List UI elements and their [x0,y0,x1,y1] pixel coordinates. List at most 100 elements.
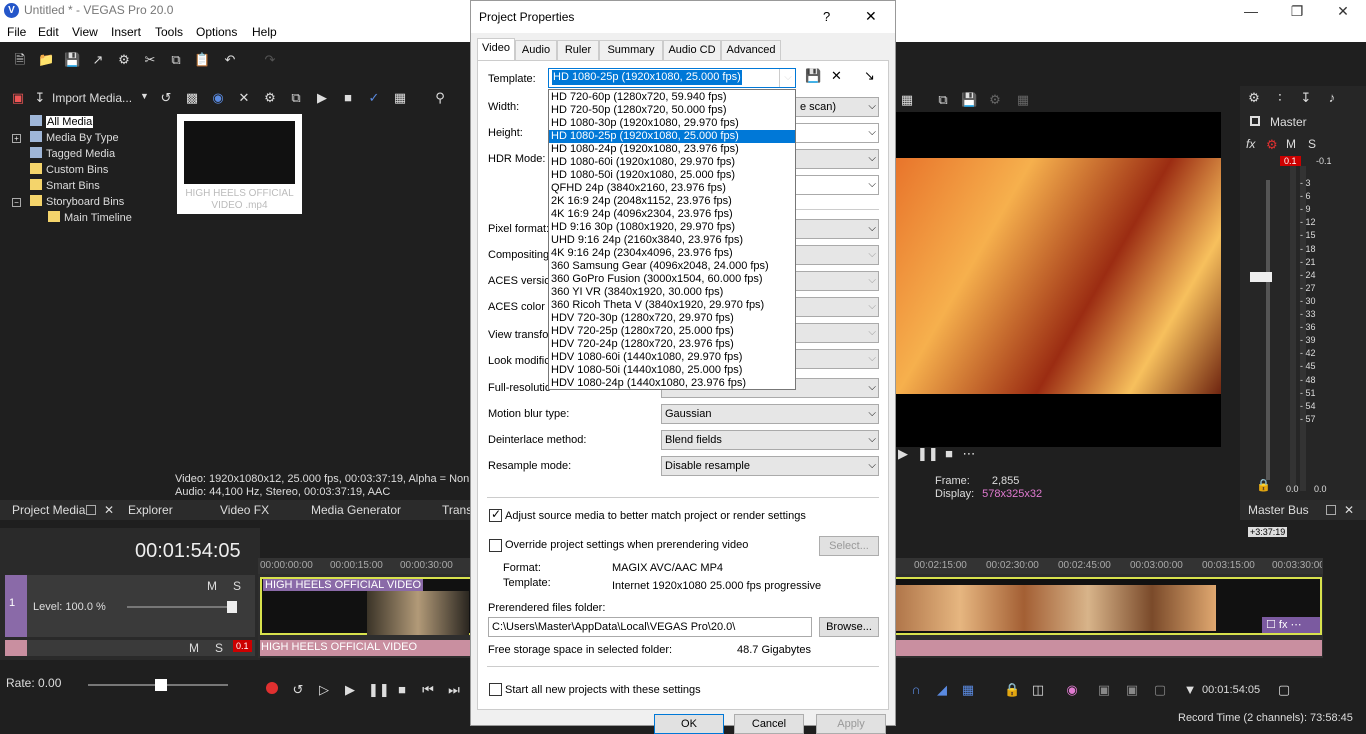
browse-button[interactable]: Browse... [819,617,879,637]
stop-icon[interactable]: ■ [394,682,410,698]
template-option[interactable]: 2K 16:9 24p (2048x1152, 23.976 fps) [549,195,795,208]
master-checkbox[interactable] [1250,116,1260,126]
region-icon[interactable]: ▢ [1276,682,1292,698]
tab-advanced[interactable]: Advanced [721,40,781,60]
media-fx-icon[interactable]: ◉ [210,90,226,106]
tab-ruler[interactable]: Ruler [557,40,599,60]
tree-item-all-media[interactable]: All Media [30,114,94,130]
undock-icon[interactable] [1326,505,1336,515]
template-option[interactable]: 4K 9:16 24p (2304x4096, 23.976 fps) [549,247,795,260]
fx-icon[interactable]: ∶ [1272,90,1288,106]
group-icon[interactable]: ▣ [1096,682,1112,698]
master-settings-icon[interactable]: ⚙ [1246,90,1262,106]
import-media-button[interactable]: Import Media... [52,91,132,105]
marker-icon[interactable]: ▼ [1182,682,1198,698]
ok-button[interactable]: OK [654,714,724,734]
go-to-start-icon[interactable]: ⏮ [420,682,436,698]
audio-mute-button[interactable]: M [189,641,199,655]
close-tab-icon[interactable]: ✕ [104,503,114,517]
new-file-icon[interactable]: 🗎 [12,52,28,68]
auto-ripple-icon[interactable]: ◢ [934,682,950,698]
save-snapshot-icon[interactable]: 💾 [961,92,977,108]
template-option[interactable]: HD 720-60p (1280x720, 59.940 fps) [549,91,795,104]
close-icon[interactable]: ✕ [1320,0,1366,22]
tree-item-smart-bins[interactable]: Smart Bins [30,178,100,194]
tab-media-generator[interactable]: Media Generator [311,503,401,517]
go-to-end-icon[interactable]: ⏭ [446,682,462,698]
menu-tools[interactable]: Tools [155,25,183,39]
close-tab-icon[interactable]: ✕ [1344,503,1354,517]
tab-video[interactable]: Video [477,38,515,60]
template-option[interactable]: HDV 720-30p (1280x720, 29.970 fps) [549,312,795,325]
snapping-icon[interactable]: ∩ [908,682,924,698]
tab-audio[interactable]: Audio [515,40,557,60]
preview-settings-icon[interactable]: ⚙ [987,92,1003,108]
downmix-icon[interactable]: ↧ [1298,90,1314,106]
copy-snapshot-icon[interactable]: ⧉ [935,92,951,108]
template-option[interactable]: HD 1080-24p (1920x1080, 23.976 fps) [549,143,795,156]
master-fx-icon[interactable]: fx [1246,137,1255,151]
more-icon[interactable]: ⋯ [961,446,977,462]
help-button[interactable]: ? [823,9,830,24]
template-option[interactable]: QFHD 24p (3840x2160, 23.976 fps) [549,182,795,195]
loop-icon[interactable]: ↺ [290,682,306,698]
level-slider-thumb[interactable] [227,601,237,613]
solo-button[interactable]: S [233,579,241,593]
collapse-icon[interactable]: − [12,198,21,207]
ungroup-icon[interactable]: ▣ [1124,682,1140,698]
template-option[interactable]: HD 1080-25p (1920x1080, 25.000 fps) [549,130,795,143]
cancel-button[interactable]: Cancel [734,714,804,734]
rate-slider-thumb[interactable] [155,679,167,691]
clip-fx-buttons[interactable]: ☐ fx ⋯ [1262,617,1320,633]
match-media-icon[interactable]: ↘ [864,68,875,84]
trim-icon[interactable]: ▢ [1152,682,1168,698]
lock-icon[interactable]: 🔒 [1256,478,1271,492]
prerender-folder-input[interactable]: C:\Users\Master\AppData\Local\VEGAS Pro\… [488,617,812,637]
deinterlace-select[interactable]: Blend fields ⌵ [661,430,879,450]
tab-audio-cd[interactable]: Audio CD [663,40,721,60]
video-track-header[interactable]: M S Level: 100.0 % [27,575,255,637]
views-icon[interactable]: ▦ [392,90,408,106]
audio-solo-button[interactable]: S [215,641,223,655]
maximize-icon[interactable]: ❐ [1274,0,1320,22]
minimize-icon[interactable]: — [1228,0,1274,22]
copy-icon[interactable]: ⧉ [168,52,184,68]
menu-file[interactable]: File [7,25,26,39]
save-icon[interactable]: 💾 [64,52,80,68]
template-option[interactable]: HD 9:16 30p (1080x1920, 29.970 fps) [549,221,795,234]
master-m-button[interactable]: M [1286,137,1296,151]
color-icon[interactable]: ◉ [1064,682,1080,698]
tab-explorer[interactable]: Explorer [128,503,173,517]
edit-tool-icon[interactable]: ▦ [960,682,976,698]
tree-item-storyboard-bins[interactable]: Storyboard Bins [30,194,124,210]
lock-envelopes-icon[interactable]: 🔒 [1004,682,1020,698]
template-option[interactable]: HD 1080-50i (1920x1080, 25.000 fps) [549,169,795,182]
stop-icon[interactable]: ■ [941,446,957,462]
play-icon[interactable]: ▶ [342,682,358,698]
select-button[interactable]: Select... [819,536,879,556]
ignore-grouping-icon[interactable]: ◫ [1030,682,1046,698]
paste-icon[interactable]: 📋 [194,52,210,68]
cut-icon[interactable]: ✂ [142,52,158,68]
audio-track-header[interactable]: M S 0.1 [27,640,255,656]
master-fader-thumb[interactable] [1250,272,1272,282]
record-icon[interactable] [266,682,278,694]
menu-options[interactable]: Options [196,25,237,39]
redo-icon[interactable]: ↷ [262,52,278,68]
master-fader-track[interactable] [1266,180,1270,480]
tree-item-custom-bins[interactable]: Custom Bins [30,162,108,178]
import-media-icon[interactable]: ↧ [32,90,48,106]
template-option[interactable]: HDV 720-25p (1280x720, 25.000 fps) [549,325,795,338]
chevron-down-icon[interactable]: ⌵ [779,69,796,87]
open-folder-icon[interactable]: 📁 [38,52,54,68]
menu-insert[interactable]: Insert [111,25,141,39]
template-option[interactable]: 360 YI VR (3840x1920, 30.000 fps) [549,286,795,299]
play-icon[interactable]: ▶ [895,446,911,462]
resample-select[interactable]: Disable resample ⌵ [661,456,879,476]
tab-transitions[interactable]: Trans [442,503,472,517]
capture-icon[interactable]: ↺ [158,90,174,106]
template-option[interactable]: HD 720-50p (1280x720, 50.000 fps) [549,104,795,117]
delete-template-icon[interactable]: ✕ [831,68,842,84]
level-slider[interactable] [127,606,237,608]
master-s-button[interactable]: S [1308,137,1316,151]
